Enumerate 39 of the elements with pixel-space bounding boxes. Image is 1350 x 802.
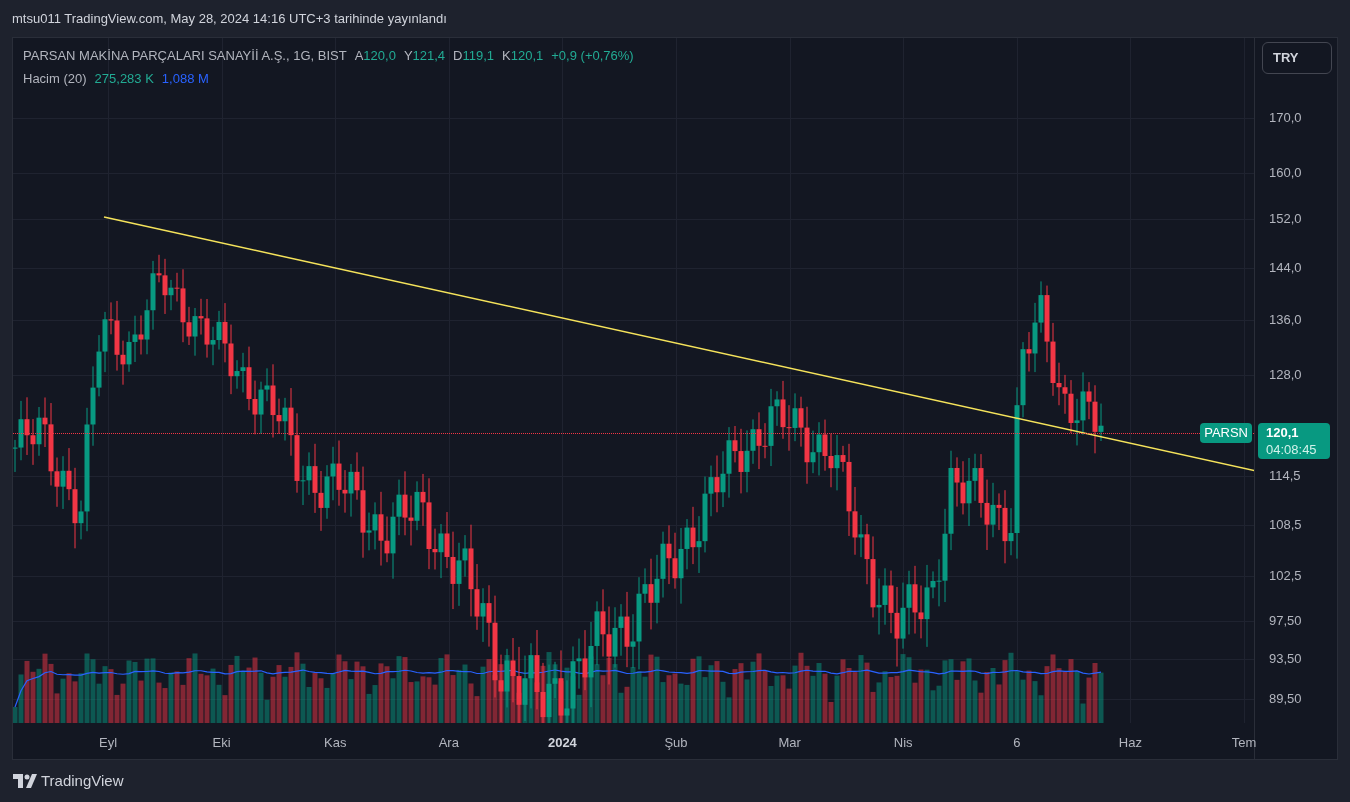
time-tick: Ara [438,734,459,752]
time-tick: Kas [324,734,347,752]
symbol-price-label: PARSN [1200,422,1252,443]
time-tick: Mar [778,734,801,752]
bar-countdown: 04:08:45 [1266,440,1318,458]
ohlc-value: D119,1 [453,47,495,65]
volume-value: 1,088 M [161,69,209,88]
price-tick: 108,5 [1269,516,1302,533]
price-tick: 160,0 [1269,164,1302,181]
time-tick: Eyl [98,734,118,752]
ohlc-value: K120,1 [502,47,544,65]
time-tick: Nis [893,734,913,752]
volume-value: 275,283 K [94,69,154,88]
volume-label: Hacim (20) [23,69,87,88]
time-tick: Tem [1231,734,1257,752]
price-tick: 93,50 [1269,651,1302,668]
price-tick: 144,0 [1269,260,1302,277]
price-tick: 136,0 [1269,312,1302,329]
time-tick: 6 [1013,734,1021,752]
time-tick: Eki [212,734,231,752]
logo-icon [13,774,37,788]
price-change: +0,9 (+0,76%) [551,47,634,65]
ohlc-value: A120,0 [354,47,396,65]
time-tick: Şub [664,734,688,752]
ohlc-value: Y121,4 [403,47,446,65]
price-tick: 97,50 [1269,613,1302,630]
price-tick: 89,50 [1269,691,1302,707]
price-tick: 102,5 [1269,568,1302,585]
brand-name: TradingView [41,770,124,791]
price-tick: 152,0 [1269,211,1302,228]
time-tick: 2024 [547,734,577,752]
time-tick: Haz [1118,734,1142,752]
last-price: 120,1 [1266,423,1300,441]
publish-info: mtsu011 TradingView.com, May 28, 2024 14:16 UTC+3 tarihinde yayınlandı [12,9,447,28]
symbol-title: PARSAN MAKİNA PARÇALARI SANAYİİ A.Ş., 1G, BIST [23,47,347,65]
currency-button[interactable]: TRY [1262,42,1332,74]
price-tick: 128,0 [1269,366,1302,383]
price-tick: 114,5 [1269,467,1301,484]
price-tick: 170,0 [1269,110,1302,126]
